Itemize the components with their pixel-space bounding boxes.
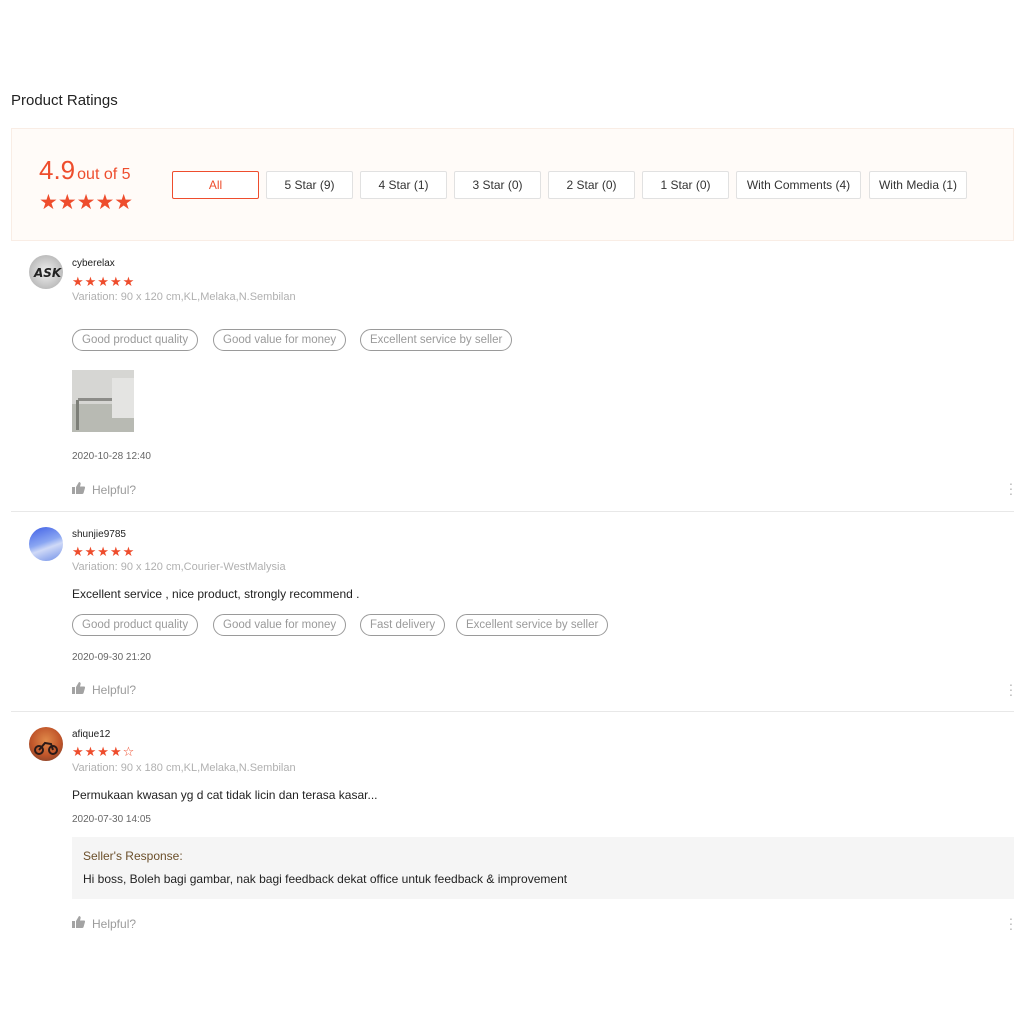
filter-5-star-button[interactable]: 5 Star (9) bbox=[266, 171, 353, 199]
avatar-logo-icon: ASK bbox=[33, 266, 63, 280]
review-timestamp: 2020-10-28 12:40 bbox=[72, 451, 151, 462]
review-media-thumbnail[interactable] bbox=[72, 370, 134, 432]
review-comment: Permukaan kwasan yg d cat tidak licin da… bbox=[72, 788, 378, 802]
media-image-icon bbox=[72, 370, 134, 432]
more-options-icon[interactable]: · · · bbox=[1008, 911, 1014, 935]
seller-response-title: Seller's Response: bbox=[83, 849, 183, 863]
filter-3-star-button[interactable]: 3 Star (0) bbox=[454, 171, 541, 199]
helpful-button[interactable]: Helpful? bbox=[72, 682, 136, 697]
review-stars: ★★★★★ bbox=[72, 274, 136, 289]
helpful-button[interactable]: Helpful? bbox=[72, 482, 136, 497]
svg-text:ASK: ASK bbox=[33, 266, 63, 280]
review-tag: Good value for money bbox=[213, 329, 347, 351]
helpful-label: Helpful? bbox=[92, 683, 137, 697]
filter-with-comments-button[interactable]: With Comments (4) bbox=[736, 171, 861, 199]
review-variation: Variation: 90 x 180 cm,KL,Melaka,N.Sembi… bbox=[72, 762, 296, 774]
motorcycle-icon bbox=[34, 741, 58, 755]
filter-with-media-button[interactable]: With Media (1) bbox=[869, 171, 967, 199]
helpful-button[interactable]: Helpful? bbox=[72, 916, 136, 931]
review-username: cyberelax bbox=[72, 258, 115, 269]
thumbs-up-icon bbox=[72, 916, 86, 931]
helpful-label: Helpful? bbox=[92, 917, 137, 931]
review-tag: Good product quality bbox=[72, 614, 199, 636]
filter-2-star-button[interactable]: 2 Star (0) bbox=[548, 171, 635, 199]
review-username: afique12 bbox=[72, 729, 111, 740]
rating-score-suffix: out of 5 bbox=[77, 166, 131, 183]
review-stars: ★★★★★ bbox=[72, 544, 136, 559]
thumbs-up-icon bbox=[72, 482, 86, 497]
filter-1-star-button[interactable]: 1 Star (0) bbox=[642, 171, 729, 199]
more-options-icon[interactable]: · · · bbox=[1008, 476, 1014, 500]
review-item: ASK cyberelax ★★★★★ Variation: 90 x 120 … bbox=[11, 241, 1014, 512]
review-variation: Variation: 90 x 120 cm,Courier-WestMalys… bbox=[72, 561, 286, 573]
seller-response-text: Hi boss, Boleh bagi gambar, nak bagi fee… bbox=[83, 872, 568, 886]
more-options-icon[interactable]: · · · bbox=[1008, 677, 1014, 701]
review-tag: Excellent service by seller bbox=[456, 614, 609, 636]
rating-stars: ★★★★★ bbox=[39, 191, 134, 214]
review-item: afique12 ★★★★☆ Variation: 90 x 180 cm,KL… bbox=[11, 712, 1014, 942]
filter-all-button[interactable]: All bbox=[172, 171, 259, 199]
review-tag: Fast delivery bbox=[360, 614, 446, 636]
review-comment: Excellent service , nice product, strong… bbox=[72, 587, 360, 601]
avatar bbox=[29, 527, 63, 561]
seller-response: Seller's Response: Hi boss, Boleh bagi g… bbox=[72, 837, 1014, 899]
filter-4-star-button[interactable]: 4 Star (1) bbox=[360, 171, 447, 199]
thumbs-up-icon bbox=[72, 682, 86, 697]
rating-score-value: 4.9 bbox=[39, 155, 76, 185]
rating-score: 4.9 out of 5 bbox=[39, 155, 131, 186]
page-title: Product Ratings bbox=[11, 92, 118, 109]
avatar bbox=[29, 727, 63, 761]
review-timestamp: 2020-09-30 21:20 bbox=[72, 652, 151, 663]
review-timestamp: 2020-07-30 14:05 bbox=[72, 814, 151, 825]
review-item: shunjie9785 ★★★★★ Variation: 90 x 120 cm… bbox=[11, 512, 1014, 712]
avatar: ASK bbox=[29, 255, 63, 289]
review-variation: Variation: 90 x 120 cm,KL,Melaka,N.Sembi… bbox=[72, 291, 296, 303]
helpful-label: Helpful? bbox=[92, 483, 137, 497]
review-username: shunjie9785 bbox=[72, 529, 126, 540]
rating-overview: 4.9 out of 5 ★★★★★ All 5 Star (9) 4 Star … bbox=[11, 128, 1014, 241]
review-stars: ★★★★☆ bbox=[72, 744, 136, 759]
review-tag: Good value for money bbox=[213, 614, 347, 636]
review-tag: Excellent service by seller bbox=[360, 329, 513, 351]
review-tag: Good product quality bbox=[72, 329, 199, 351]
